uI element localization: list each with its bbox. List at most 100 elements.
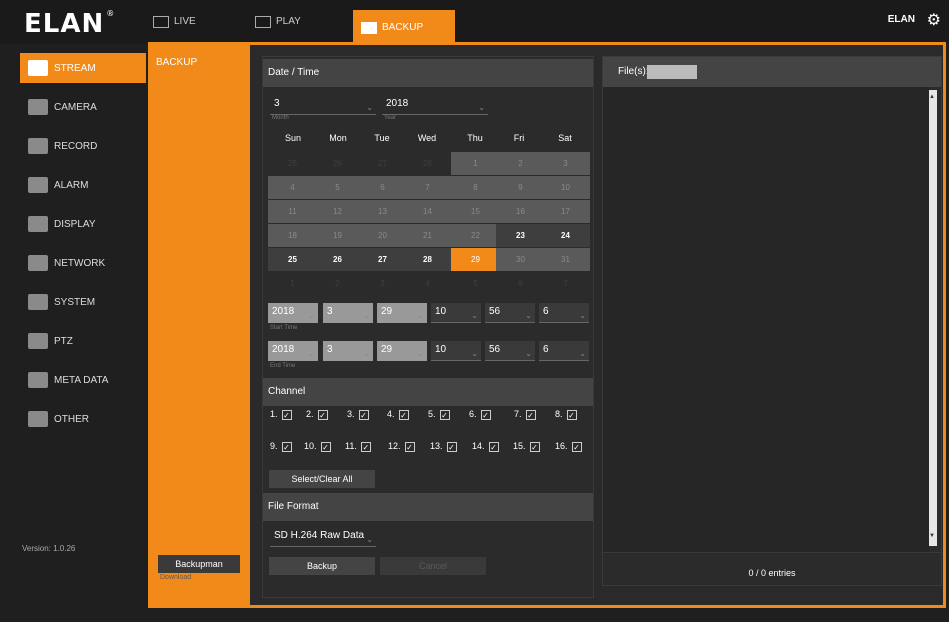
channel-checkbox-16[interactable]: 16. ✓ [555, 441, 582, 452]
display-icon [28, 216, 48, 232]
files-label: File(s): [618, 66, 649, 77]
backup-button[interactable]: Backup [269, 557, 375, 575]
sidebar-item-stream[interactable]: STREAM [20, 53, 146, 83]
channel-checkbox-3[interactable]: 3. ✓ [347, 409, 369, 420]
backup-icon [361, 22, 377, 34]
chevron-down-icon: ⌄ [478, 103, 485, 112]
start-second-select[interactable]: 6 ⌄ [539, 303, 589, 323]
calendar-day: 16 [496, 200, 545, 223]
end-month-select[interactable]: 3 ⌄ [323, 341, 373, 361]
tab-play[interactable]: PLAY [255, 10, 301, 44]
file-format-select[interactable]: SD H.264 Raw Data ⌄ [270, 527, 376, 547]
select-clear-all-button[interactable]: Select/Clear All [269, 470, 375, 488]
calendar-day: 28 [403, 152, 452, 175]
user-name: ELAN [887, 14, 915, 25]
channel-label: 8. [555, 409, 563, 419]
channel-checkbox-2[interactable]: 2. ✓ [306, 409, 328, 420]
gear-icon[interactable]: ⚙ [927, 10, 941, 30]
sidebar-item-other[interactable]: OTHER [20, 404, 146, 434]
check-icon: ✓ [480, 410, 491, 420]
channel-checkbox-13[interactable]: 13. ✓ [430, 441, 457, 452]
calendar-day: 6 [358, 176, 407, 199]
channel-checkbox-9[interactable]: 9. ✓ [270, 441, 292, 452]
sidebar-item-camera[interactable]: CAMERA [20, 92, 146, 122]
start-month-select[interactable]: 3 ⌄ [323, 303, 373, 323]
day-name: Thu [467, 133, 483, 143]
end-minute-select[interactable]: 56 ⌄ [485, 341, 535, 361]
channel-checkbox-10[interactable]: 10. ✓ [304, 441, 331, 452]
calendar-day: 25 [268, 152, 317, 175]
start-day-select[interactable]: 29 ⌄ [377, 303, 427, 323]
channel-checkbox-11[interactable]: 11. ✓ [345, 441, 371, 452]
calendar-day: 11 [268, 200, 317, 223]
chevron-down-icon: ⌄ [308, 349, 315, 358]
sidebar-item-system[interactable]: SYSTEM [20, 287, 146, 317]
sidebar-item-meta-data[interactable]: META DATA [20, 365, 146, 395]
alarm-icon [28, 177, 48, 193]
files-scrollbar[interactable] [929, 90, 937, 546]
year-value: 2018 [386, 98, 409, 109]
check-icon: ✓ [358, 410, 369, 420]
calendar-day-selected[interactable]: 29 [451, 248, 500, 271]
channel-checkbox-7[interactable]: 7. ✓ [514, 409, 536, 420]
backupman-button[interactable]: Backupman [158, 555, 240, 573]
sidebar-item-label: SYSTEM [54, 296, 96, 308]
calendar-day[interactable]: 27 [358, 248, 407, 271]
start-second-value: 6 [543, 306, 549, 317]
channel-checkbox-5[interactable]: 5. ✓ [428, 409, 450, 420]
tab-live[interactable]: LIVE [153, 10, 196, 44]
calendar-day[interactable]: 25 [268, 248, 317, 271]
files-list[interactable] [603, 87, 929, 552]
month-select[interactable]: 3 ⌄ [270, 95, 376, 115]
end-year-select[interactable]: 2018 ⌄ [268, 341, 318, 361]
channel-label: 2. [306, 409, 314, 419]
datetime-header: Date / Time [263, 59, 593, 87]
chevron-down-icon: ⌄ [308, 311, 315, 320]
start-year-select[interactable]: 2018 ⌄ [268, 303, 318, 323]
channel-checkbox-1[interactable]: 1. ✓ [270, 409, 292, 420]
scroll-up-icon[interactable]: ▲ [929, 94, 935, 100]
check-icon: ✓ [446, 442, 457, 452]
check-icon: ✓ [571, 442, 582, 452]
end-day-select[interactable]: 29 ⌄ [377, 341, 427, 361]
calendar-day: 4 [268, 176, 317, 199]
sidebar-item-display[interactable]: DISPLAY [20, 209, 146, 239]
calendar-day: 17 [541, 200, 590, 223]
sidebar-item-alarm[interactable]: ALARM [20, 170, 146, 200]
files-filter-input[interactable] [647, 65, 697, 79]
channel-label: 11. [345, 441, 357, 451]
calendar-day[interactable]: 24 [541, 224, 590, 247]
tab-play-label: PLAY [276, 16, 301, 27]
sidebar-item-record[interactable]: RECORD [20, 131, 146, 161]
end-hour-value: 10 [435, 344, 447, 355]
other-icon [28, 411, 48, 427]
channel-checkbox-12[interactable]: 12. ✓ [388, 441, 415, 452]
start-hour-select[interactable]: 10 ⌄ [431, 303, 481, 323]
channel-checkbox-14[interactable]: 14. ✓ [472, 441, 499, 452]
channel-checkbox-6[interactable]: 6. ✓ [469, 409, 491, 420]
subnav-title[interactable]: BACKUP [156, 57, 197, 68]
tab-backup-label: BACKUP [382, 22, 424, 33]
calendar-day: 14 [403, 200, 452, 223]
sidebar-item-network[interactable]: NETWORK [20, 248, 146, 278]
channel-label: 14. [472, 441, 485, 451]
calendar-day[interactable]: 28 [403, 248, 452, 271]
live-icon [153, 16, 169, 28]
tab-backup[interactable]: BACKUP [353, 10, 455, 44]
year-select[interactable]: 2018 ⌄ [382, 95, 488, 115]
end-second-select[interactable]: 6 ⌄ [539, 341, 589, 361]
channel-checkbox-4[interactable]: 4. ✓ [387, 409, 409, 420]
day-name: Fri [513, 133, 525, 143]
start-minute-select[interactable]: 56 ⌄ [485, 303, 535, 323]
sidebar-item-ptz[interactable]: PTZ [20, 326, 146, 356]
channel-label: 10. [304, 441, 317, 451]
channel-checkbox-15[interactable]: 15. ✓ [513, 441, 540, 452]
calendar-day[interactable]: 23 [496, 224, 545, 247]
calendar-day: 6 [496, 272, 545, 295]
scroll-down-icon[interactable]: ▼ [929, 533, 935, 539]
calendar-day: 30 [496, 248, 545, 271]
end-hour-select[interactable]: 10 ⌄ [431, 341, 481, 361]
check-icon: ✓ [398, 410, 409, 420]
channel-checkbox-8[interactable]: 8. ✓ [555, 409, 577, 420]
calendar-day[interactable]: 26 [313, 248, 362, 271]
